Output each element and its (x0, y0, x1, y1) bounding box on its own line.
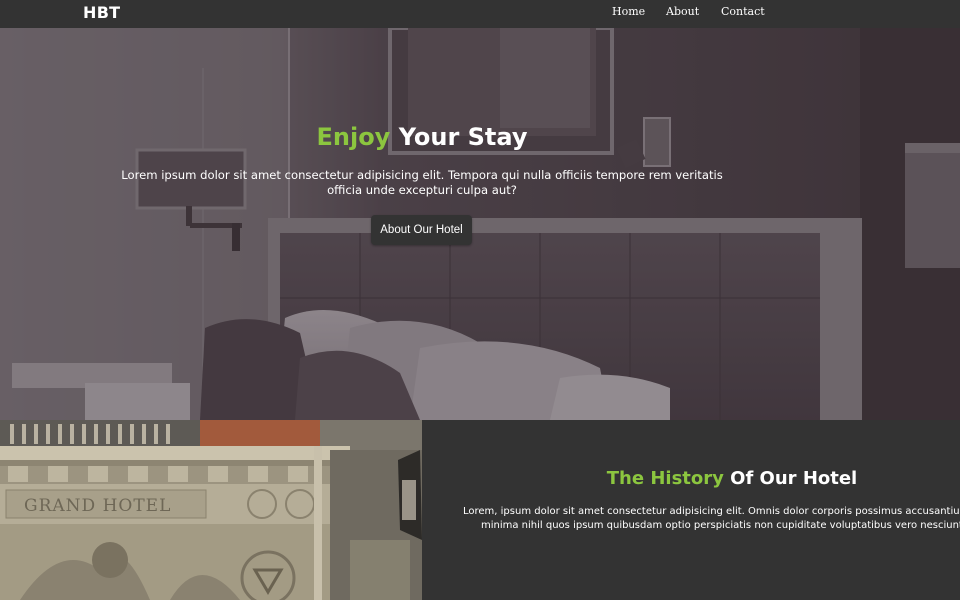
history-title: The History Of Our Hotel (436, 468, 960, 489)
about-hotel-button[interactable]: About Our Hotel (371, 215, 472, 245)
history-title-accent: The History (606, 468, 724, 489)
history-title-rest: Of Our Hotel (730, 468, 858, 489)
navbar: HBT Home About Contact (0, 0, 960, 28)
history-description-line-2: minima nihil quos ipsum quibusdam optio … (481, 520, 960, 531)
hero-title-accent: Enjoy (316, 123, 391, 151)
hero-title: Enjoy Your Stay (0, 123, 844, 151)
nav-menu: Home About Contact (0, 5, 960, 23)
hero-section: Enjoy Your Stay Lorem ipsum dolor sit am… (0, 28, 960, 420)
nav-link-home[interactable]: Home (612, 5, 645, 18)
history-description: Lorem, ipsum dolor sit amet consectetur … (456, 505, 960, 533)
nav-link-about[interactable]: About (666, 5, 699, 18)
nav-link-contact[interactable]: Contact (721, 5, 765, 18)
hero-title-rest: Your Stay (398, 123, 528, 151)
grand-hotel-facade-image: GRAND HOTEL (0, 420, 422, 600)
history-section: GRAND HOTEL The History Of Our Hotel Lor… (0, 420, 960, 600)
hero-content: Enjoy Your Stay Lorem ipsum dolor sit am… (0, 28, 960, 420)
history-description-line-1: Lorem, ipsum dolor sit amet consectetur … (463, 506, 960, 517)
grand-hotel-sign: GRAND HOTEL (24, 496, 171, 516)
hero-description: Lorem ipsum dolor sit amet consectetur a… (121, 168, 723, 197)
